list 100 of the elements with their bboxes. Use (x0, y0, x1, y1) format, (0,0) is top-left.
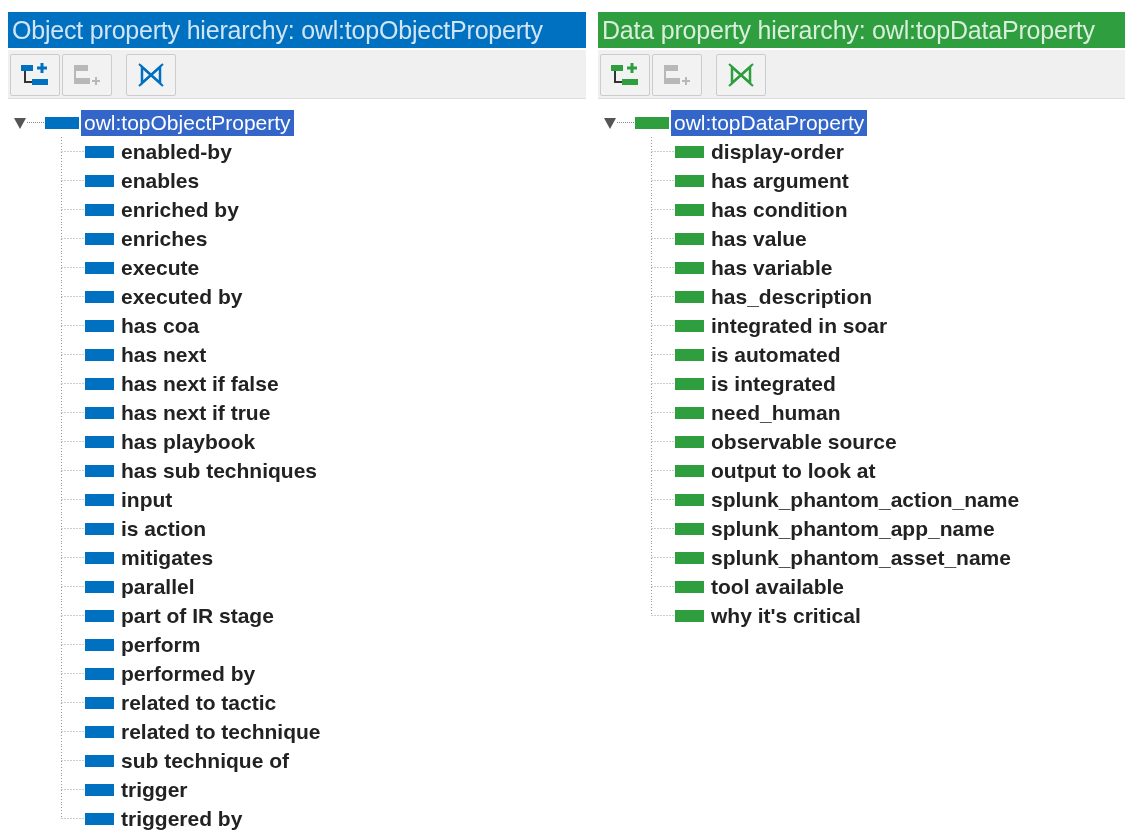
property-icon (85, 406, 114, 419)
property-icon (85, 725, 114, 738)
property-icon (85, 290, 114, 303)
tree-line (61, 195, 85, 224)
tree-item[interactable]: has argument (709, 168, 851, 193)
tree-line (651, 311, 675, 340)
property-icon (85, 696, 114, 709)
tree-item[interactable]: trigger (119, 777, 190, 802)
property-icon (85, 551, 114, 564)
property-icon (85, 580, 114, 593)
tree-item[interactable]: output to look at (709, 458, 878, 483)
expanded-triangle-icon[interactable] (604, 116, 616, 129)
property-icon (675, 319, 704, 332)
tree-item[interactable]: has coa (119, 313, 202, 338)
tree-item[interactable]: is action (119, 516, 209, 541)
tree-line (61, 659, 85, 688)
expanded-triangle-icon[interactable] (14, 116, 26, 129)
tree-item[interactable]: has condition (709, 197, 850, 222)
property-icon (85, 319, 114, 332)
property-icon (85, 203, 114, 216)
tree-line (27, 122, 44, 123)
tree-line (61, 282, 85, 311)
tree-line (61, 572, 85, 601)
tree-line (651, 514, 675, 543)
add-subproperty-button[interactable] (10, 54, 60, 96)
tree-item[interactable]: splunk_phantom_action_name (709, 487, 1022, 512)
tree-line (651, 253, 675, 282)
property-icon (85, 348, 114, 361)
tree-item[interactable]: execute (119, 255, 202, 280)
tree-item[interactable]: owl:topDataProperty (671, 109, 868, 136)
tree-item[interactable]: is integrated (709, 371, 838, 396)
property-icon (85, 174, 114, 187)
tree-line (61, 369, 85, 398)
tree-line (651, 195, 675, 224)
tree-item[interactable]: enriched by (119, 197, 241, 222)
tree-item[interactable]: enabled-by (119, 139, 234, 164)
property-icon (85, 667, 114, 680)
tree-item[interactable]: has value (709, 226, 809, 251)
delete-button[interactable] (716, 54, 766, 96)
tree-item[interactable]: enriches (119, 226, 210, 251)
tree-item[interactable]: is automated (709, 342, 843, 367)
tree-item[interactable]: perform (119, 632, 203, 657)
property-icon (45, 116, 79, 129)
property-icon (85, 377, 114, 390)
property-icon (85, 464, 114, 477)
tree-line (61, 630, 85, 659)
tree-item[interactable]: splunk_phantom_app_name (709, 516, 997, 541)
tree-line (651, 456, 675, 485)
tree-item[interactable]: related to technique (119, 719, 323, 744)
tree-item[interactable]: part of IR stage (119, 603, 276, 628)
tree-item[interactable]: has next (119, 342, 209, 367)
property-icon (675, 493, 704, 506)
property-icon (85, 609, 114, 622)
tree-item[interactable]: splunk_phantom_asset_name (709, 545, 1013, 570)
tree-item[interactable]: need_human (709, 400, 843, 425)
tree-line (61, 543, 85, 572)
property-icon (675, 406, 704, 419)
property-icon (85, 493, 114, 506)
tree-item[interactable]: input (119, 487, 175, 512)
tree-line (651, 543, 675, 572)
tree-line (651, 166, 675, 195)
tree-item[interactable]: owl:topObjectProperty (81, 109, 294, 136)
tree-item[interactable]: integrated in soar (709, 313, 890, 338)
tree-line (651, 137, 675, 166)
tree-line (61, 514, 85, 543)
property-icon (85, 522, 114, 535)
tree-item[interactable]: related to tactic (119, 690, 279, 715)
tree-item[interactable]: has next if true (119, 400, 273, 425)
tree-item[interactable]: triggered by (119, 806, 245, 831)
property-icon (675, 261, 704, 274)
tree-line (61, 137, 85, 166)
property-icon (675, 145, 704, 158)
tree-item[interactable]: display-order (709, 139, 847, 164)
property-icon (85, 232, 114, 245)
tree-item[interactable]: has_description (709, 284, 875, 309)
tree-item[interactable]: has sub techniques (119, 458, 320, 483)
property-icon (85, 145, 114, 158)
tree-item[interactable]: parallel (119, 574, 197, 599)
tree-item[interactable]: tool available (709, 574, 847, 599)
property-icon (675, 551, 704, 564)
tree-line (61, 340, 85, 369)
property-icon (85, 638, 114, 651)
delete-button[interactable] (126, 54, 176, 96)
tree-item[interactable]: has variable (709, 255, 835, 280)
property-icon (675, 232, 704, 245)
property-icon (85, 261, 114, 274)
tree-line (61, 601, 85, 630)
property-icon (675, 203, 704, 216)
tree-item[interactable]: observable source (709, 429, 899, 454)
tree-item[interactable]: mitigates (119, 545, 216, 570)
tree-item[interactable]: executed by (119, 284, 245, 309)
tree-line (61, 485, 85, 514)
tree-item[interactable]: why it's critical (709, 603, 863, 628)
tree-item[interactable]: has next if false (119, 371, 281, 396)
tree-item[interactable]: has playbook (119, 429, 258, 454)
tree-item[interactable]: enables (119, 168, 202, 193)
tree-line (617, 122, 634, 123)
tree-item[interactable]: sub technique of (119, 748, 291, 773)
add-subproperty-button[interactable] (600, 54, 650, 96)
tree-item[interactable]: performed by (119, 661, 258, 686)
